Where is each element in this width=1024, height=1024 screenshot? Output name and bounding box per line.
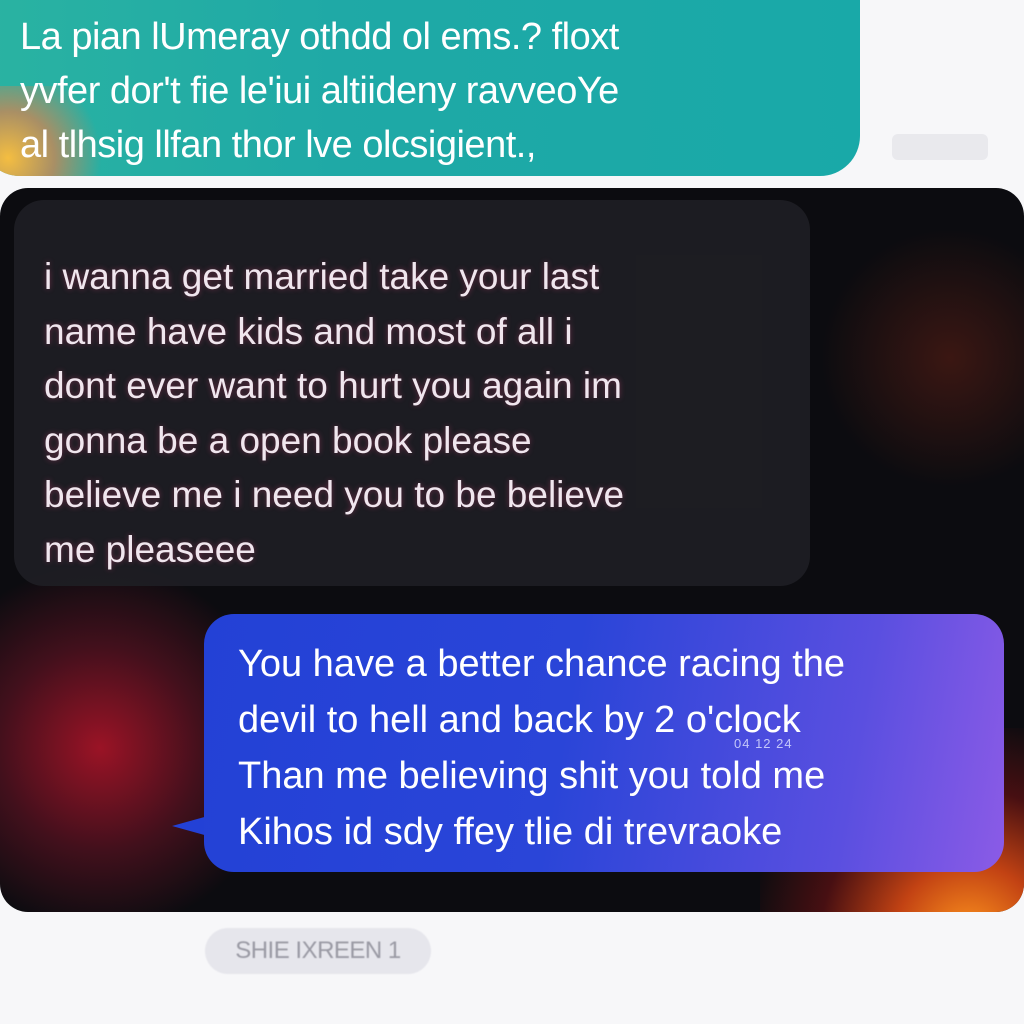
sent-bubble-tail <box>172 816 208 836</box>
top-message-bubble[interactable]: La pian lUmeray othdd ol ems.? floxt yvf… <box>0 0 860 176</box>
received-message-text: i wanna get married take your last name … <box>44 256 625 570</box>
chat-screen: La pian lUmeray othdd ol ems.? floxt yvf… <box>0 0 1024 1024</box>
top-message-line: yvfer dor't fie le'iui altiideny ravveoY… <box>20 70 619 112</box>
sent-message-line: You have a better chance racing the <box>238 643 846 685</box>
message-timestamp: 04 12 24 <box>734 736 793 751</box>
top-message-line: La pian lUmeray othdd ol ems.? floxt <box>20 16 619 58</box>
sent-message-line: Than me believing shit you told me <box>238 755 826 797</box>
sent-message-line: Kihos id sdy ffey tlie di trevraoke <box>238 811 783 853</box>
chat-panel: i wanna get married take your last name … <box>0 188 1024 912</box>
sent-message-bubble[interactable]: You have a better chance racing the devi… <box>204 614 1004 872</box>
timestamp-placeholder <box>892 134 988 160</box>
sent-message-line: devil to hell and back by 2 o'clock <box>238 699 801 741</box>
background-glow <box>820 228 1024 488</box>
status-pill[interactable]: SHIE IXREEN 1 <box>205 928 431 974</box>
top-message-line: al tlhsig llfan thor lve olcsigient., <box>20 124 536 166</box>
received-message-bubble[interactable]: i wanna get married take your last name … <box>14 200 810 586</box>
